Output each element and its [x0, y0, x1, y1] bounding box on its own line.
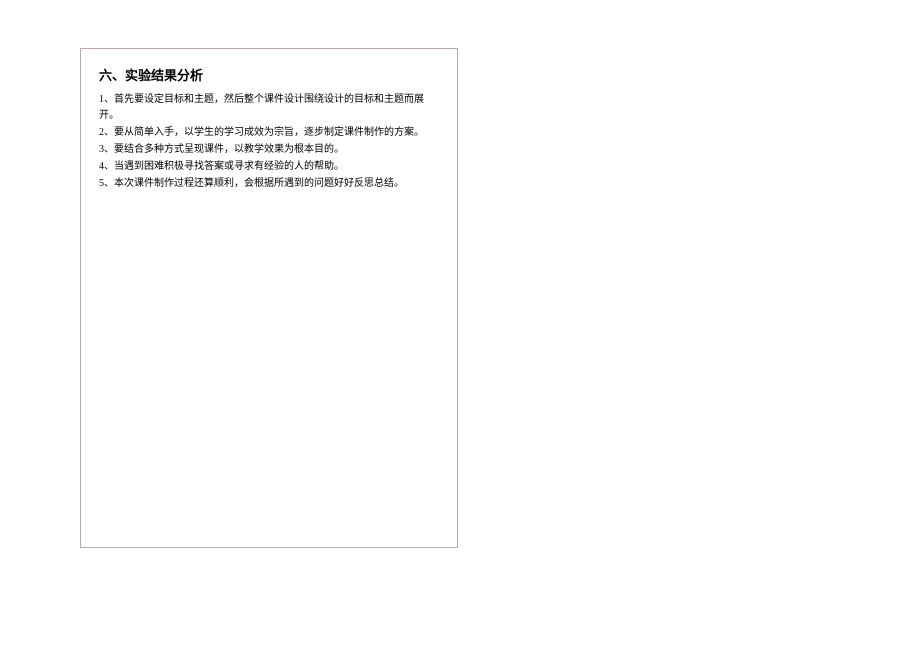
list-item: 4、当遇到困难积极寻找答案或寻求有经验的人的帮助。 [99, 159, 439, 175]
document-page: 六、实验结果分析 1、首先要设定目标和主题，然后整个课件设计围绕设计的目标和主题… [80, 48, 458, 548]
list-item: 2、要从简单入手，以学生的学习成效为宗旨，逐步制定课件制作的方案。 [99, 125, 439, 141]
section-title: 六、实验结果分析 [99, 65, 439, 84]
list-item: 5、本次课件制作过程还算顺利，会根据所遇到的问题好好反思总结。 [99, 176, 439, 192]
list-item: 3、要结合多种方式呈现课件，以教学效果为根本目的。 [99, 142, 439, 158]
list-item: 1、首先要设定目标和主题，然后整个课件设计围绕设计的目标和主题而展开。 [99, 92, 439, 124]
content-list: 1、首先要设定目标和主题，然后整个课件设计围绕设计的目标和主题而展开。 2、要从… [99, 92, 439, 192]
